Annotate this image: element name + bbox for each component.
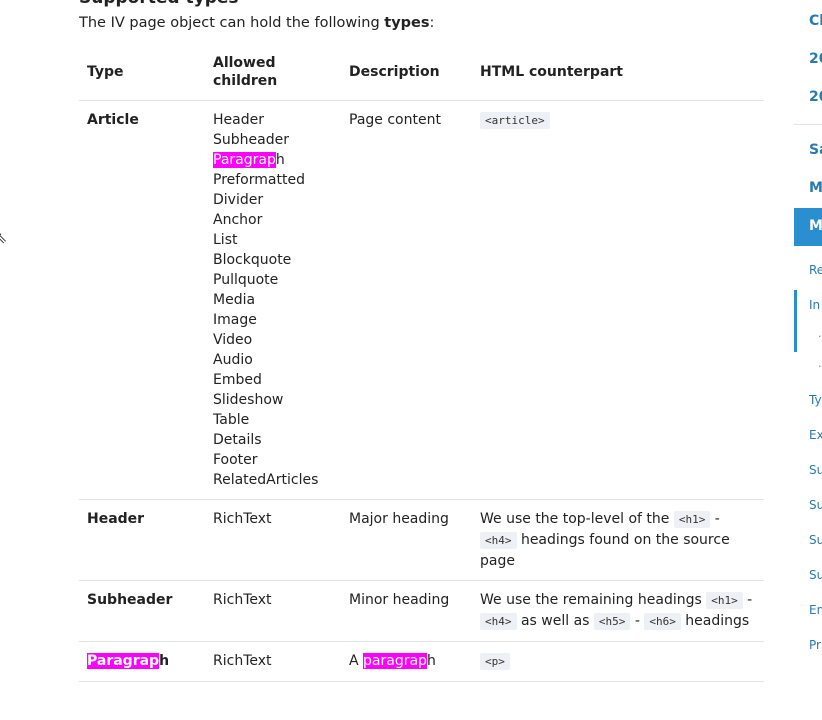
description-cell: Major heading (341, 500, 472, 581)
type-cell: Subheader (79, 581, 205, 642)
table-row-partial (79, 682, 764, 720)
code-snippet: <h1> (674, 511, 711, 528)
child-item: Divider (213, 190, 333, 210)
code-snippet: <h4> (480, 532, 517, 549)
toc-item[interactable]: M (809, 180, 822, 196)
partial-cell (205, 682, 341, 720)
type-cell: Header (79, 500, 205, 581)
html-cell: We use the top-level of the <h1> - <h4> … (472, 500, 764, 581)
toc-item[interactable]: Cl (809, 13, 822, 29)
section-heading: Supported types (79, 0, 239, 8)
child-item-paragraph: Paragraph (213, 150, 333, 170)
search-highlight: Paragrap (213, 152, 276, 168)
toc-subitem[interactable]: In (809, 298, 820, 312)
search-highlight: Paragrap (87, 653, 159, 669)
toc-subitem[interactable]: Su (809, 463, 822, 477)
child-item: Blockquote (213, 250, 333, 270)
type-cell: Paragraph (79, 642, 205, 682)
toc-subitem[interactable]: Ex (809, 428, 822, 442)
active-section-rail (794, 290, 797, 352)
html-cell: We use the remaining headings <h1> - <h4… (472, 581, 764, 642)
type-cell: Article (79, 101, 205, 500)
toc-subsubitem[interactable]: · (818, 330, 822, 343)
toc-subitem[interactable]: Su (809, 498, 822, 512)
code-snippet: <p> (480, 653, 510, 670)
description-cell: A paragraph (341, 642, 472, 682)
table-row-subheader: Subheader RichText Minor heading We use … (79, 581, 764, 642)
children-cell: RichText (205, 500, 341, 581)
header-type: Type (79, 44, 205, 101)
code-snippet: <h6> (644, 613, 681, 630)
toc-subsubitem[interactable]: · (818, 360, 822, 373)
table-header-row: Type Allowed children Description HTML c… (79, 44, 764, 101)
table-row-header: Header RichText Major heading We use the… (79, 500, 764, 581)
sidebar-divider (794, 124, 822, 125)
toc-subitem[interactable]: Su (809, 533, 822, 547)
toc-item[interactable]: 20 (809, 51, 822, 67)
table-row-article: Article Header Subheader Paragraph Prefo… (79, 101, 764, 500)
code-snippet: <h1> (706, 592, 743, 609)
code-snippet: <article> (480, 112, 550, 129)
html-cell: <p> (472, 642, 764, 682)
child-item: Media (213, 290, 333, 310)
header-description: Description (341, 44, 472, 101)
search-highlight: paragrap (363, 653, 427, 669)
child-item: Footer (213, 450, 333, 470)
description-cell: Page content (341, 101, 472, 500)
child-item: Anchor (213, 210, 333, 230)
child-item: Table (213, 410, 333, 430)
child-item: RelatedArticles (213, 470, 333, 490)
toc-subitem[interactable]: En (809, 603, 822, 617)
types-table: Type Allowed children Description HTML c… (79, 44, 764, 720)
child-item: Image (213, 310, 333, 330)
child-item: Preformatted (213, 170, 333, 190)
html-cell: <article> (472, 101, 764, 500)
toc-item-active[interactable]: M (794, 208, 822, 246)
children-cell: Header Subheader Paragraph Preformatted … (205, 101, 341, 500)
child-item: Details (213, 430, 333, 450)
child-item: Video (213, 330, 333, 350)
description-cell: Minor heading (341, 581, 472, 642)
child-item: Embed (213, 370, 333, 390)
child-item: Pullquote (213, 270, 333, 290)
toc-subitem[interactable]: Su (809, 568, 822, 582)
header-html-counterpart: HTML counterpart (472, 44, 764, 101)
toc-subitem[interactable]: Re (809, 263, 822, 277)
children-cell: RichText (205, 642, 341, 682)
child-item: Header (213, 110, 333, 130)
child-item: Slideshow (213, 390, 333, 410)
toc-subitem[interactable]: Ty (809, 393, 822, 407)
toc-subitem[interactable]: Pr (809, 638, 821, 652)
children-cell: RichText (205, 581, 341, 642)
table-row-paragraph: Paragraph RichText A paragraph <p> (79, 642, 764, 682)
child-item: List (213, 230, 333, 250)
intro-text: The IV page object can hold the followin… (79, 15, 434, 31)
partial-cell (341, 682, 472, 720)
child-item: Subheader (213, 130, 333, 150)
partial-cell (79, 682, 205, 720)
child-item: Audio (213, 350, 333, 370)
mouse-cursor-icon: ⇖ (0, 228, 7, 247)
toc-item[interactable]: 20 (809, 89, 822, 105)
header-allowed-children: Allowed children (205, 44, 341, 101)
toc-sidebar: Cl 20 20 Sa M M Re In · · Ty Ex Su Su Su… (794, 0, 822, 665)
code-snippet: <h4> (480, 613, 517, 630)
partial-cell (472, 682, 764, 720)
toc-item[interactable]: Sa (809, 142, 822, 158)
code-snippet: <h5> (594, 613, 631, 630)
